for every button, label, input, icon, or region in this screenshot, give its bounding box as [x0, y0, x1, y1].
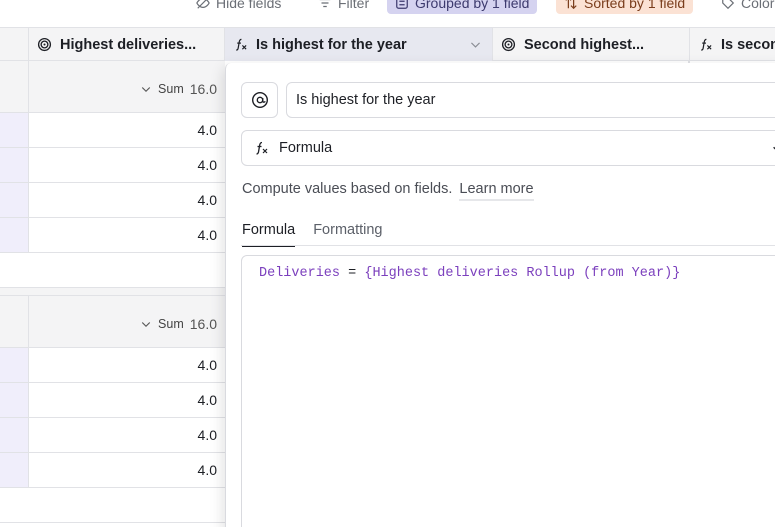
field-icon-button[interactable]	[241, 82, 278, 118]
table-row[interactable]: 4.0	[0, 113, 225, 148]
table-row[interactable]: 4.0	[0, 453, 225, 488]
field-type-label: Formula	[279, 140, 333, 156]
column-header-highest-deliveries[interactable]: Highest deliveries...	[29, 28, 225, 61]
add-row-area[interactable]	[0, 488, 225, 523]
column-header-second-highest[interactable]: Second highest...	[493, 28, 690, 61]
chevron-down-icon	[773, 146, 775, 150]
rollup-icon	[501, 37, 516, 52]
filter-button[interactable]: Filter	[310, 0, 377, 14]
sort-icon	[565, 0, 577, 10]
grid-body: Sum 16.0 4.0 4.0 4.0 4.0 Sum 16.0 4.0 4.…	[0, 61, 225, 527]
grid-header: Highest deliveries... Is highest for the…	[0, 27, 775, 61]
add-row-area[interactable]	[0, 253, 225, 288]
group-header[interactable]: Sum 16.0	[0, 61, 225, 113]
hide-fields-label: Hide fields	[216, 0, 282, 11]
view-toolbar: Hide fields Filter Grouped by 1 field So…	[0, 0, 775, 22]
field-type-select[interactable]: Formula	[241, 130, 775, 166]
color-label: Color	[741, 0, 775, 11]
group-button[interactable]: Grouped by 1 field	[387, 0, 538, 14]
sort-label: Sorted by 1 field	[584, 0, 686, 11]
sum-label: Sum	[158, 82, 184, 96]
group-header[interactable]: Sum 16.0	[0, 296, 225, 348]
table-row[interactable]: 4.0	[0, 348, 225, 383]
rollup-icon	[37, 37, 52, 52]
tab-formula[interactable]: Formula	[242, 222, 296, 247]
formula-editor[interactable]: Deliveries = {Highest deliveries Rollup …	[241, 255, 775, 527]
formula-icon	[236, 38, 247, 51]
table-row[interactable]: 4.0	[0, 383, 225, 418]
tag-icon	[722, 0, 735, 10]
description-text: Compute values based on fields.	[242, 181, 453, 197]
sort-button[interactable]: Sorted by 1 field	[556, 0, 694, 14]
column-header-label: Is highest for the year	[256, 36, 407, 53]
column-header-label: Second highest...	[524, 36, 645, 53]
field-editor-panel: Formula Compute values based on fields. …	[225, 63, 775, 527]
at-sign-icon	[251, 91, 268, 109]
field-name-input[interactable]	[286, 82, 775, 118]
formula-icon	[701, 38, 712, 51]
tab-formatting[interactable]: Formatting	[313, 222, 382, 247]
field-description: Compute values based on fields. Learn mo…	[242, 181, 534, 201]
formula-field-token: Deliveries	[259, 266, 341, 281]
formula-operator-token: =	[348, 266, 357, 281]
learn-more-link[interactable]: Learn more	[459, 181, 534, 201]
eye-slash-icon	[196, 0, 210, 9]
cell-value: 4.0	[197, 392, 217, 408]
sum-label: Sum	[158, 317, 184, 331]
cell-value: 4.0	[197, 357, 217, 373]
chevron-down-icon[interactable]	[469, 38, 482, 51]
column-header-label: Is secon	[721, 36, 775, 53]
hide-fields-button[interactable]: Hide fields	[188, 0, 289, 14]
filter-label: Filter	[338, 0, 370, 11]
cell-value: 4.0	[197, 157, 217, 173]
tab-divider	[241, 245, 775, 246]
column-header-label: Highest deliveries...	[60, 36, 197, 53]
table-row[interactable]: 4.0	[0, 218, 225, 253]
chevron-down-icon[interactable]	[140, 83, 152, 95]
group-summary: Sum 16.0	[140, 81, 217, 97]
group-summary: Sum 16.0	[140, 316, 217, 332]
cell-value: 4.0	[197, 462, 217, 478]
filter-icon	[319, 0, 331, 8]
field-name-row	[241, 82, 775, 118]
formula-reference-token: {Highest deliveries Rollup (from Year)}	[364, 266, 681, 281]
cell-value: 4.0	[197, 227, 217, 243]
column-header-is-second[interactable]: Is secon	[690, 28, 775, 61]
group-label: Grouped by 1 field	[415, 0, 530, 11]
sum-value: 16.0	[189, 81, 217, 97]
chevron-down-icon[interactable]	[140, 318, 152, 330]
cell-value: 4.0	[197, 122, 217, 138]
group-separator	[0, 288, 225, 296]
group-icon	[396, 0, 408, 9]
color-button[interactable]: Color	[713, 0, 775, 14]
table-row[interactable]: 4.0	[0, 148, 225, 183]
sum-value: 16.0	[189, 316, 217, 332]
column-header-is-highest[interactable]: Is highest for the year	[225, 28, 493, 61]
table-row[interactable]: 4.0	[0, 183, 225, 218]
row-number-header	[0, 28, 29, 61]
cell-value: 4.0	[197, 192, 217, 208]
cell-value: 4.0	[197, 427, 217, 443]
formula-icon	[256, 141, 268, 155]
table-row[interactable]: 4.0	[0, 418, 225, 453]
editor-tabs: Formula Formatting	[242, 222, 383, 247]
